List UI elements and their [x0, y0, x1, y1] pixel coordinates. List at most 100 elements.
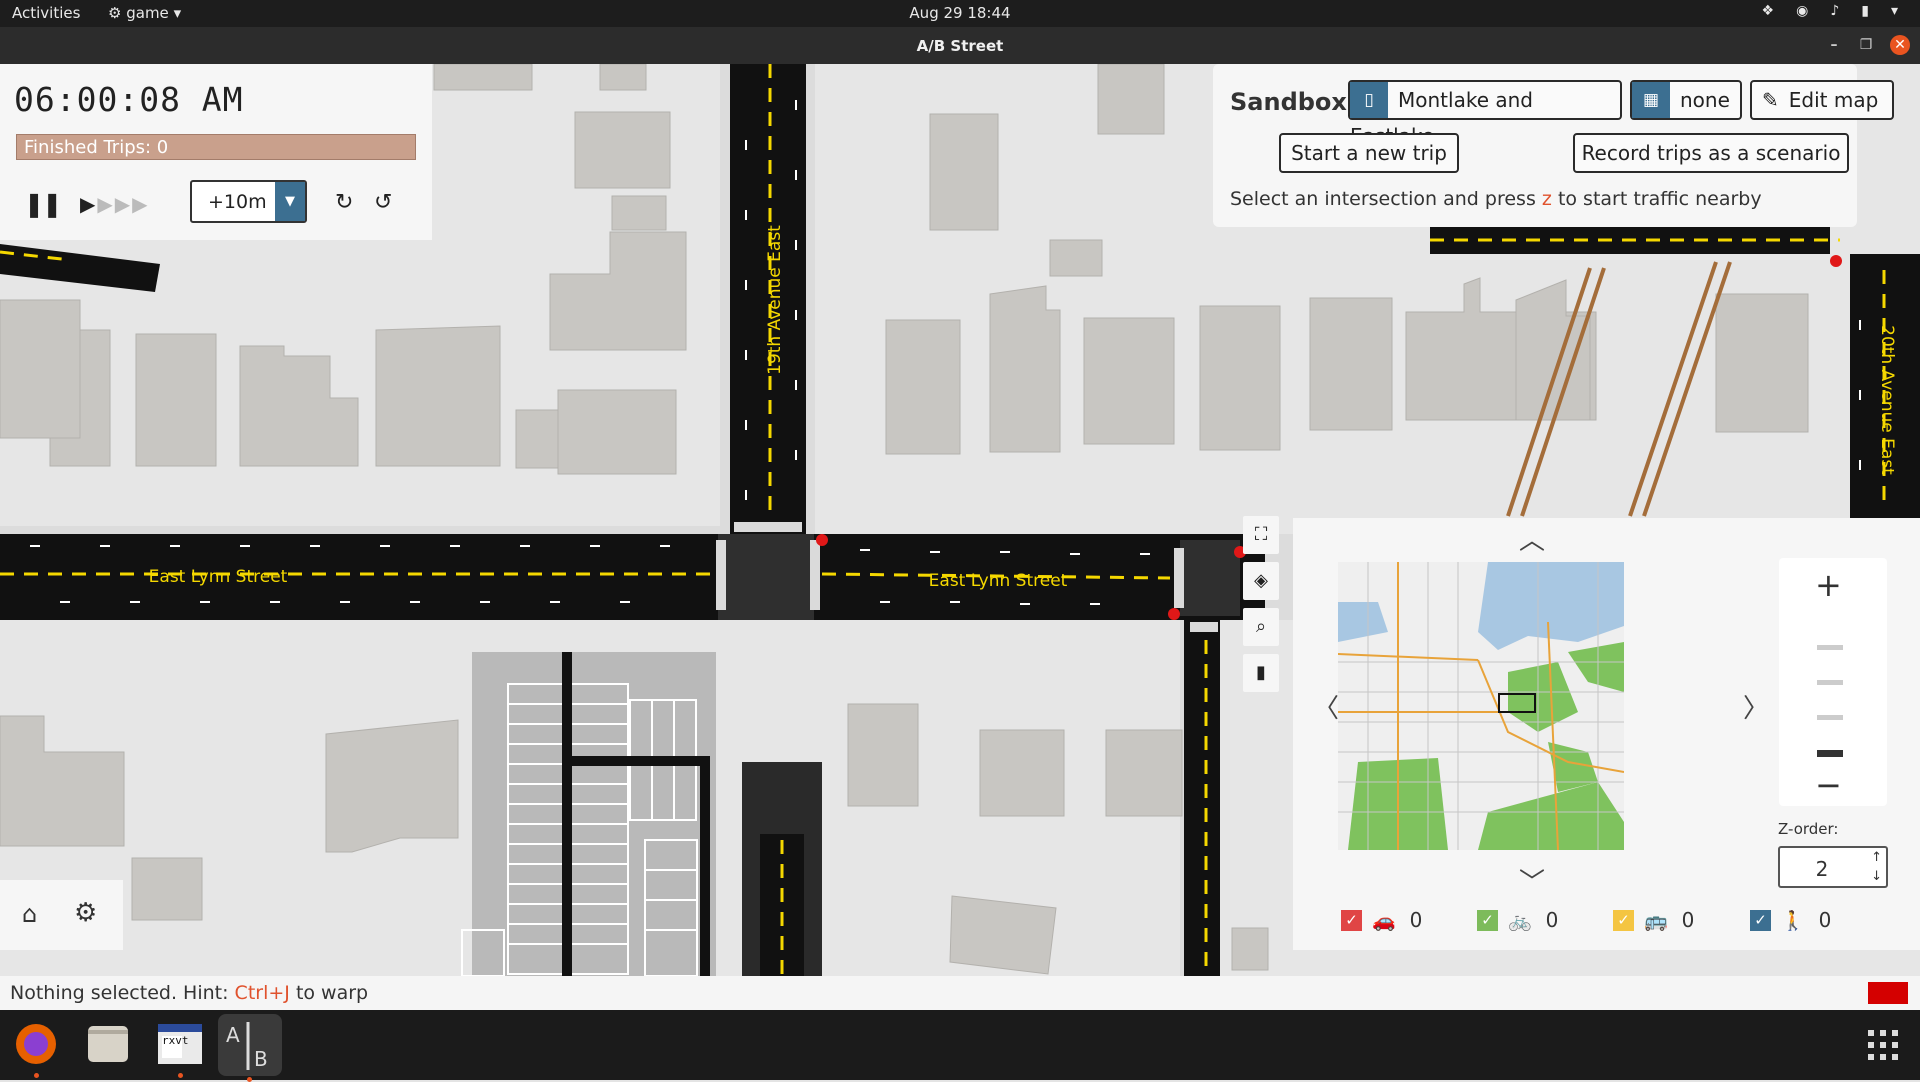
minimap-panel: ︿ 〈 〉 ﹀ + − Z-order: 2 ↑ ↓ ✓ 🚗 0 ✓ 🚲 0 ✓… [1293, 518, 1920, 950]
time-step-dropdown[interactable]: +10m ▼ [190, 180, 307, 223]
abstreet-icon[interactable]: AB [218, 1014, 282, 1082]
close-icon[interactable]: ✕ [1890, 35, 1910, 55]
app-menu[interactable]: ⚙ game ▾ [108, 4, 181, 22]
time-step-value: +10m [208, 191, 267, 213]
running-indicator [34, 1073, 39, 1078]
sandbox-hint: Select an intersection and press z to st… [1230, 188, 1762, 210]
status-text: Nothing selected. Hint: Ctrl+J to warp [10, 982, 368, 1004]
filter-bus-count: 0 [1681, 908, 1695, 932]
play-icon[interactable]: ▶ [80, 192, 95, 216]
battery-icon: ▮ [1861, 3, 1869, 19]
system-clock[interactable]: Aug 29 18:44 [0, 4, 1920, 22]
zoom-in-icon[interactable]: + [1815, 566, 1842, 604]
firefox-icon[interactable] [8, 1016, 64, 1078]
speed-4x-icon[interactable]: ▶ [132, 192, 147, 216]
filter-bus[interactable]: ✓ 🚌 0 [1613, 907, 1694, 933]
layers-icon[interactable]: ◈ [1243, 562, 1279, 600]
gear-icon[interactable]: ⚙ [74, 898, 97, 928]
status-suffix: to warp [295, 982, 369, 1004]
terminal-icon[interactable]: rxvt [152, 1016, 208, 1078]
checkbox-car[interactable]: ✓ [1341, 909, 1362, 931]
power-menu-icon: ▾ [1890, 3, 1898, 19]
pan-down-icon[interactable]: ﹀ [1519, 862, 1545, 899]
street-label-lynn-west: East Lynn Street [149, 567, 288, 587]
system-tray[interactable]: ❖ ◉ ♪ ▮ ▾ [1762, 3, 1898, 19]
zoom-control: + − [1779, 558, 1887, 806]
home-panel: ⌂ ⚙ [0, 880, 123, 950]
jump-to-time-icon[interactable]: ↻ [335, 190, 353, 215]
zoom-level-1[interactable] [1817, 645, 1843, 650]
fullscreen-icon[interactable]: ⛶ [1243, 516, 1279, 554]
street-label-20th-ave: 20th Avenue East [1877, 325, 1897, 475]
pause-button[interactable]: ❚❚ [24, 190, 62, 218]
wifi-icon: ◉ [1796, 3, 1809, 19]
status-bar: Nothing selected. Hint: Ctrl+J to warp [0, 976, 1920, 1010]
zoom-level-3[interactable] [1817, 715, 1843, 720]
finished-trips-bar: Finished Trips: 0 [16, 134, 416, 160]
pan-up-icon[interactable]: ︿ [1519, 520, 1545, 557]
dropbox-icon: ❖ [1761, 3, 1775, 19]
filter-car-count: 0 [1409, 908, 1423, 932]
terminal-label: rxvt [162, 1034, 189, 1047]
map-icon: ▯ [1350, 82, 1388, 118]
minimize-icon[interactable]: – [1824, 35, 1844, 55]
pan-left-icon[interactable]: 〈 [1313, 688, 1339, 725]
system-top-bar: Activities ⚙ game ▾ Aug 29 18:44 ❖ ◉ ♪ ▮… [0, 0, 1920, 27]
zoom-level-4[interactable] [1817, 750, 1843, 757]
zoom-level-2[interactable] [1817, 680, 1843, 685]
speed-2x-icon[interactable]: ▶ [97, 192, 112, 216]
chart-icon[interactable]: ▮ [1243, 654, 1279, 692]
zorder-value: 2 [1815, 857, 1829, 881]
filter-car[interactable]: ✓ 🚗 0 [1341, 907, 1422, 933]
scenario-label: none [1680, 88, 1730, 112]
checkbox-pedestrian[interactable]: ✓ [1750, 909, 1771, 931]
minimap[interactable] [1338, 562, 1624, 850]
checkbox-bike[interactable]: ✓ [1477, 909, 1498, 931]
car-icon: 🚗 [1372, 909, 1396, 932]
map-tools: ⛶ ◈ ⌕ ▮ [1243, 516, 1283, 700]
filter-bike-count: 0 [1545, 908, 1559, 932]
activities-button[interactable]: Activities [12, 4, 80, 22]
street-label-19th-ave: 19th Avenue East [765, 225, 785, 375]
hint-suffix: to start traffic nearby [1557, 188, 1762, 210]
change-map-button[interactable]: ▯Montlake and Eastlake [1348, 80, 1622, 148]
checkbox-bus[interactable]: ✓ [1613, 909, 1634, 931]
speed-3x-icon[interactable]: ▶ [115, 192, 130, 216]
calendar-icon: ▦ [1632, 82, 1670, 118]
speed-controls[interactable]: ▶ ▶ ▶ ▶ [80, 192, 150, 216]
street-label-lynn-east: East Lynn Street [929, 571, 1068, 591]
window-title: A/B Street [916, 37, 1004, 55]
maximize-icon[interactable]: ❐ [1856, 35, 1876, 55]
hint-key: z [1541, 188, 1552, 210]
home-icon[interactable]: ⌂ [22, 900, 37, 928]
bike-icon: 🚲 [1508, 909, 1532, 932]
volume-icon: ♪ [1830, 3, 1840, 19]
change-scenario-button[interactable]: ▦ none [1630, 80, 1742, 120]
zoom-out-icon[interactable]: − [1815, 766, 1842, 804]
filter-pedestrian-count: 0 [1818, 908, 1832, 932]
filter-pedestrian[interactable]: ✓ 🚶 0 [1750, 907, 1831, 933]
show-apps-icon[interactable] [1868, 1030, 1898, 1060]
status-key: Ctrl+J [234, 982, 290, 1004]
app-menu-label: game [126, 4, 169, 22]
filter-bike[interactable]: ✓ 🚲 0 [1477, 907, 1558, 933]
chevron-down-icon[interactable]: ▼ [275, 182, 305, 221]
sandbox-title: Sandbox [1230, 88, 1347, 116]
edit-map-button[interactable]: ✎ Edit map [1750, 80, 1894, 120]
sandbox-panel: Sandbox ▯Montlake and Eastlake ▦ none ✎ Ed… [1213, 64, 1894, 227]
status-indicator [1868, 982, 1908, 1004]
pencil-icon: ✎ [1762, 88, 1779, 112]
hint-prefix: Select an intersection and press [1230, 188, 1536, 210]
pan-right-icon[interactable]: 〉 [1743, 688, 1769, 725]
start-new-trip-button[interactable]: Start a new trip [1279, 133, 1459, 173]
window-title-bar: A/B Street – ❐ ✕ [0, 27, 1920, 64]
zorder-arrows[interactable]: ↑ ↓ [1871, 848, 1882, 886]
pedestrian-icon: 🚶 [1781, 909, 1805, 932]
record-trips-button[interactable]: Record trips as a scenario [1573, 133, 1849, 173]
reset-sim-icon[interactable]: ↺ [374, 190, 392, 215]
search-icon[interactable]: ⌕ [1243, 608, 1279, 646]
svg-text:A: A [226, 1023, 240, 1047]
dock: rxvt AB [0, 1010, 1920, 1082]
files-icon[interactable] [80, 1016, 136, 1072]
zorder-spinner[interactable]: 2 ↑ ↓ [1778, 846, 1888, 888]
